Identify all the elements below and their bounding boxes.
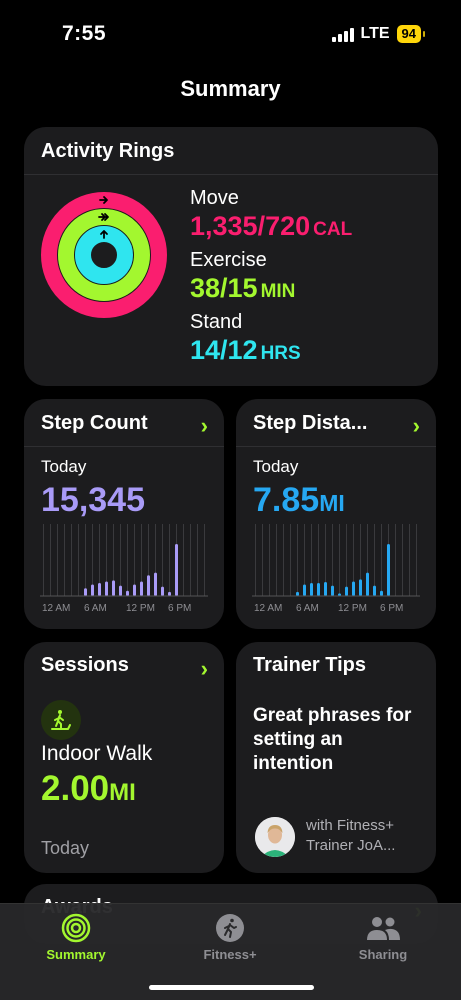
network-type: LTE [360,25,390,42]
step-count-card[interactable]: Step Count › Today 15,345 12 AM 6 AM 12 PM… [24,399,224,629]
card-title: Activity Rings [41,140,175,162]
chart-bar [324,581,327,596]
chart-bar [380,590,383,596]
chart-bar [147,575,150,596]
stand-unit: HRS [260,343,301,364]
status-time: 7:55 [62,22,107,45]
chart-bar [175,544,178,596]
card-title: Step Count [41,412,148,434]
step-count-chart: 12 AM 6 AM 12 PM 6 PM [40,524,208,614]
workout-date: Today [41,838,90,858]
card-title: Sessions [41,654,129,676]
tab-label: Summary [46,947,106,962]
chart-bar [105,581,108,596]
exercise-stat: Exercise 38/15 MIN [190,247,352,307]
move-label: Move [190,187,239,209]
chart-tick-label: 12 PM [126,603,155,614]
stand-value: 14/12 HRS [190,335,301,365]
tab-label: Fitness+ [203,947,257,962]
fitness-plus-icon [170,912,290,944]
chart-tick-label: 12 AM [254,603,282,614]
chart-bar [366,572,369,596]
activity-rings-card[interactable]: Activity Rings Move 1,335/720 CAL Exercis… [24,127,438,386]
battery-nub [423,31,425,37]
chart-bar [387,544,390,596]
step-distance-value: 7.85MI [253,481,345,519]
chart-bar [140,581,143,596]
activity-rings-graphic [41,192,167,318]
sharing-people-icon [323,912,443,944]
chart-bar [331,585,334,596]
tab-fitness-plus[interactable]: Fitness+ [170,904,290,962]
chart-bar [310,583,313,596]
chart-bar [296,591,299,596]
chevron-right-icon: › [200,656,208,681]
chart-bar [126,590,129,596]
card-title: Trainer Tips [253,654,367,676]
step-distance-chart: 12 AM 6 AM 12 PM 6 PM [252,524,420,614]
page-title: Summary [180,76,281,101]
chart-bar [119,585,122,596]
trainer-line-1: with Fitness+ [306,817,394,834]
chart-bar [84,588,87,596]
chart-bar [91,584,94,596]
divider [236,446,436,447]
summary-rings-icon [16,912,136,944]
home-indicator [149,985,314,990]
exercise-unit: MIN [260,281,296,302]
stand-stat: Stand 14/12 HRS [190,309,352,369]
workout-distance: 2.00MI [41,769,136,808]
stand-ring [75,226,133,284]
sessions-card[interactable]: Sessions › Indoor Walk 2.00MI Today [24,642,224,873]
card-title: Step Dista... [253,412,368,434]
chart-tick-label: 6 PM [380,603,403,614]
chart-bar [303,584,306,596]
chart-tick-label: 6 PM [168,603,191,614]
period-label: Today [253,457,299,476]
period-label: Today [41,457,87,476]
divider [24,446,224,447]
workout-unit: MI [109,779,136,806]
tab-label: Sharing [358,947,408,962]
chevron-right-icon: › [412,413,420,438]
cellular-signal-icon [331,26,354,42]
chart-bar [373,585,376,596]
step-distance-unit: MI [319,490,345,516]
workout-type: Indoor Walk [41,742,153,765]
chart-bar [345,586,348,596]
step-count-value: 15,345 [41,481,145,519]
chart-bar [98,583,101,596]
tip-text: Great phrases for setting an intention [253,705,412,774]
chevron-right-icon: › [200,413,208,438]
move-stat: Move 1,335/720 CAL [190,185,352,245]
step-distance-card[interactable]: Step Dista... › Today 7.85MI 12 AM 6 AM 12… [236,399,436,629]
trainer-tips-card[interactable]: Trainer Tips Great phrases for setting a… [236,642,436,873]
exercise-label: Exercise [190,249,267,271]
tab-sharing[interactable]: Sharing [323,904,443,962]
trainer-line-2: Trainer JoA... [306,837,396,854]
move-unit: CAL [313,219,353,240]
status-bar: 7:55 LTE 94 [0,0,461,70]
chart-tick-label: 12 AM [42,603,70,614]
chart-tick-label: 12 PM [338,603,367,614]
chart-bar [359,579,362,596]
chart-bar [133,584,136,596]
chart-bar [112,580,115,596]
move-value: 1,335/720 CAL [190,211,353,241]
divider [24,174,438,175]
chart-bar [161,586,164,596]
stand-label: Stand [190,311,243,333]
trainer-avatar [255,817,295,857]
exercise-value: 38/15 MIN [190,273,296,303]
chart-bar [352,581,355,596]
battery-icon: 94 [396,25,421,43]
chart-bar [168,591,171,596]
tab-summary[interactable]: Summary [16,904,136,962]
chart-bar [154,572,157,596]
chart-tick-label: 6 AM [84,603,107,614]
indoor-walk-icon [41,700,81,740]
chart-bar [317,583,320,596]
chart-tick-label: 6 AM [296,603,319,614]
